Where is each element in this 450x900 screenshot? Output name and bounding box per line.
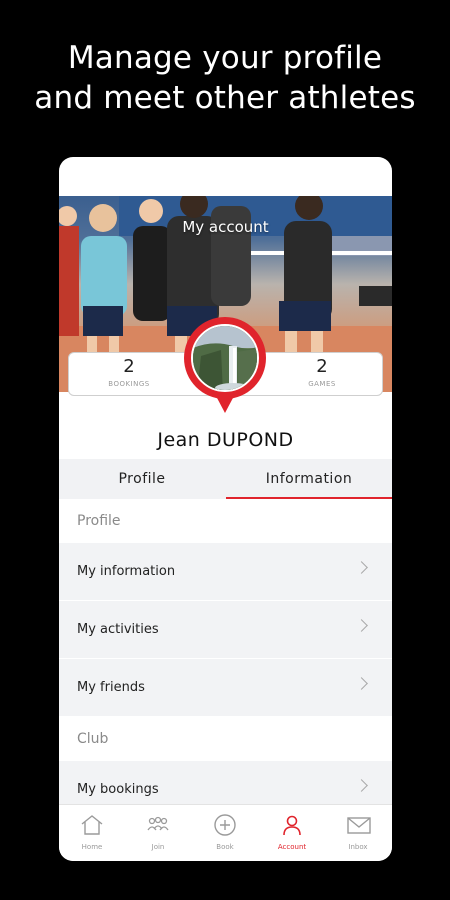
bottom-nav: Home Join Book Account Inbox <box>59 804 392 861</box>
chevron-right-icon <box>355 619 368 632</box>
tab-profile[interactable]: Profile <box>59 459 225 499</box>
nav-label: Book <box>216 843 234 851</box>
menu-item-my-friends[interactable]: My friends <box>59 659 392 717</box>
user-icon <box>283 815 301 836</box>
menu-item-label: My information <box>77 564 176 579</box>
bookings-count: 2 <box>123 356 135 377</box>
account-menu: Profile My information My activities My … <box>59 499 392 804</box>
section-header-club: Club <box>59 717 392 761</box>
nav-inbox[interactable]: Inbox <box>325 805 391 861</box>
phone-screen: My account 2 BOOKINGS 2 GAMES Jean DUPON… <box>59 157 392 861</box>
nav-book[interactable]: Book <box>192 805 258 861</box>
bookings-label: BOOKINGS <box>108 380 150 388</box>
nav-join[interactable]: Join <box>125 805 191 861</box>
group-icon <box>147 816 169 831</box>
nav-account[interactable]: Account <box>259 805 325 861</box>
nav-label: Account <box>277 843 307 851</box>
profile-tabs: Profile Information <box>59 459 392 499</box>
bookings-stat[interactable]: 2 BOOKINGS <box>79 356 179 390</box>
menu-item-my-information[interactable]: My information <box>59 543 392 601</box>
nav-label: Home <box>81 843 103 851</box>
menu-item-my-bookings[interactable]: My bookings <box>59 761 392 804</box>
tab-information[interactable]: Information <box>226 459 392 499</box>
plus-circle-icon <box>214 814 236 836</box>
headline-line-2: and meet other athletes <box>34 80 416 116</box>
avatar-photo <box>191 324 259 392</box>
menu-item-label: My bookings <box>77 782 159 797</box>
chevron-right-icon <box>355 779 368 792</box>
menu-item-label: My activities <box>77 622 159 637</box>
avatar[interactable] <box>182 317 268 417</box>
promo-headline: Manage your profile and meet other athle… <box>0 38 450 118</box>
menu-item-my-activities[interactable]: My activities <box>59 601 392 659</box>
headline-line-1: Manage your profile <box>67 40 383 76</box>
mail-icon <box>347 817 371 834</box>
section-header-profile: Profile <box>59 499 392 543</box>
chevron-right-icon <box>355 561 368 574</box>
screen-title: My account <box>182 218 269 236</box>
user-name: Jean DUPOND <box>157 429 294 451</box>
nav-label: Inbox <box>348 843 368 851</box>
nav-home[interactable]: Home <box>59 805 125 861</box>
chevron-right-icon <box>355 677 368 690</box>
home-icon <box>81 815 103 835</box>
games-count: 2 <box>316 356 328 377</box>
menu-item-label: My friends <box>77 680 145 695</box>
nav-label: Join <box>151 843 165 851</box>
games-label: GAMES <box>308 380 336 388</box>
games-stat[interactable]: 2 GAMES <box>272 356 372 390</box>
